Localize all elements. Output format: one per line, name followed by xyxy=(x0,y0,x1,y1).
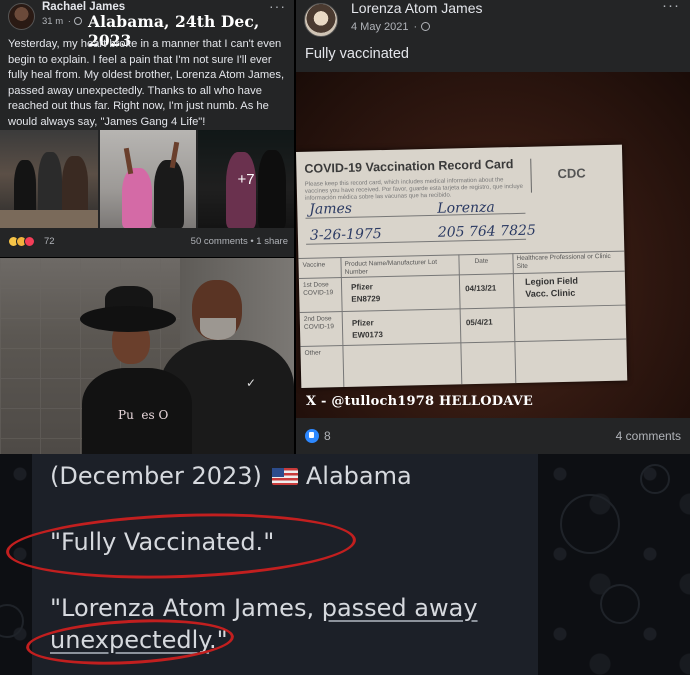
love-icon xyxy=(24,236,35,247)
row-dose1-label: 1st Dose COVID-19 xyxy=(302,281,334,297)
globe-icon xyxy=(73,17,82,25)
comment-count[interactable]: 4 comments xyxy=(616,429,681,443)
dose2-lot: EW0173 xyxy=(352,330,383,340)
dose1-product: Pfizer xyxy=(350,282,373,292)
post-date: 4 May 2021 · xyxy=(351,21,431,33)
row-dose2-label: 2nd Dose COVID-19 xyxy=(303,315,335,331)
couple-photo: ✓ Pu es O xyxy=(0,258,294,454)
post-date-text[interactable]: 4 May 2021 xyxy=(351,21,408,33)
post-time: 31 m · xyxy=(42,16,82,27)
dose2-product: Pfizer xyxy=(351,318,374,328)
col-site: Healthcare Professional or Clinic Site xyxy=(516,252,611,271)
cdc-logo: CDC xyxy=(530,157,589,193)
date-text: (December 2023) xyxy=(50,462,262,490)
dose1-lot: EN8729 xyxy=(351,294,381,304)
clinic-line-2: Vacc. Clinic xyxy=(525,287,576,299)
post-body: Yesterday, my heart broke in a manner th… xyxy=(8,38,285,128)
quote2-prefix: "Lorenza Atom James, xyxy=(50,594,322,622)
col-product: Product Name/Manufacturer Lot Number xyxy=(344,258,438,276)
us-flag-icon xyxy=(271,468,298,485)
comments-shares[interactable]: 50 comments • 1 share xyxy=(191,236,288,247)
date-of-birth: 3-26-1975 xyxy=(309,226,382,244)
dose1-date: 04/13/21 xyxy=(465,283,497,294)
patient-number: 205 764 7825 xyxy=(437,222,537,241)
reaction-icons[interactable] xyxy=(8,236,35,250)
last-name: James xyxy=(309,200,353,218)
author-avatar[interactable] xyxy=(8,3,35,30)
col-date: Date xyxy=(474,257,489,265)
photo-grid: +7 xyxy=(0,130,294,228)
card-title: COVID-19 Vaccination Record Card xyxy=(304,157,514,176)
dose2-date: 05/4/21 xyxy=(465,317,493,328)
ellipsis-icon[interactable]: ··· xyxy=(269,0,286,14)
photo-3[interactable]: +7 xyxy=(198,130,294,228)
photo-1[interactable] xyxy=(0,130,98,228)
vaccination-card: COVID-19 Vaccination Record Card CDC Ple… xyxy=(296,144,628,388)
place-text: Alabama xyxy=(305,462,412,490)
col-vaccine: Vaccine xyxy=(302,261,326,269)
post-footer: 8 4 comments xyxy=(296,418,690,454)
chat-area: (December 2023) Alabama "Fully Vaccinated… xyxy=(0,454,690,675)
right-post: Lorenza Atom James 4 May 2021 · ··· Full… xyxy=(296,0,690,454)
post-text: Fully vaccinated xyxy=(305,46,409,62)
swoosh-logo: ✓ xyxy=(246,376,257,390)
like-count[interactable]: 8 xyxy=(324,429,331,443)
ellipsis-icon[interactable]: ··· xyxy=(662,0,680,14)
message-line-1: (December 2023) Alabama xyxy=(50,462,412,490)
shirt-text: Pu es O xyxy=(118,408,169,422)
first-name: Lorenza xyxy=(437,199,495,217)
like-icon[interactable] xyxy=(305,429,319,443)
post-time-text: 31 m xyxy=(42,16,64,27)
clinic-line-1: Legion Field xyxy=(524,275,579,287)
more-photos-overlay[interactable]: +7 xyxy=(198,130,294,228)
author-name[interactable]: Lorenza Atom James xyxy=(351,0,483,16)
photo-2[interactable] xyxy=(100,130,196,228)
hat xyxy=(80,306,176,332)
row-other-label: Other xyxy=(304,349,321,357)
reaction-count[interactable]: 72 xyxy=(44,236,55,247)
watermark: X - @tulloch1978 HELLODAVE xyxy=(306,394,534,409)
link-passed-away[interactable]: passed away xyxy=(322,594,478,622)
globe-icon xyxy=(421,22,431,31)
author-avatar[interactable] xyxy=(304,3,338,37)
left-post: Rachael James 31 m · Alabama, 24th Dec, … xyxy=(0,0,294,257)
vaccination-card-photo[interactable]: COVID-19 Vaccination Record Card CDC Ple… xyxy=(296,72,690,418)
